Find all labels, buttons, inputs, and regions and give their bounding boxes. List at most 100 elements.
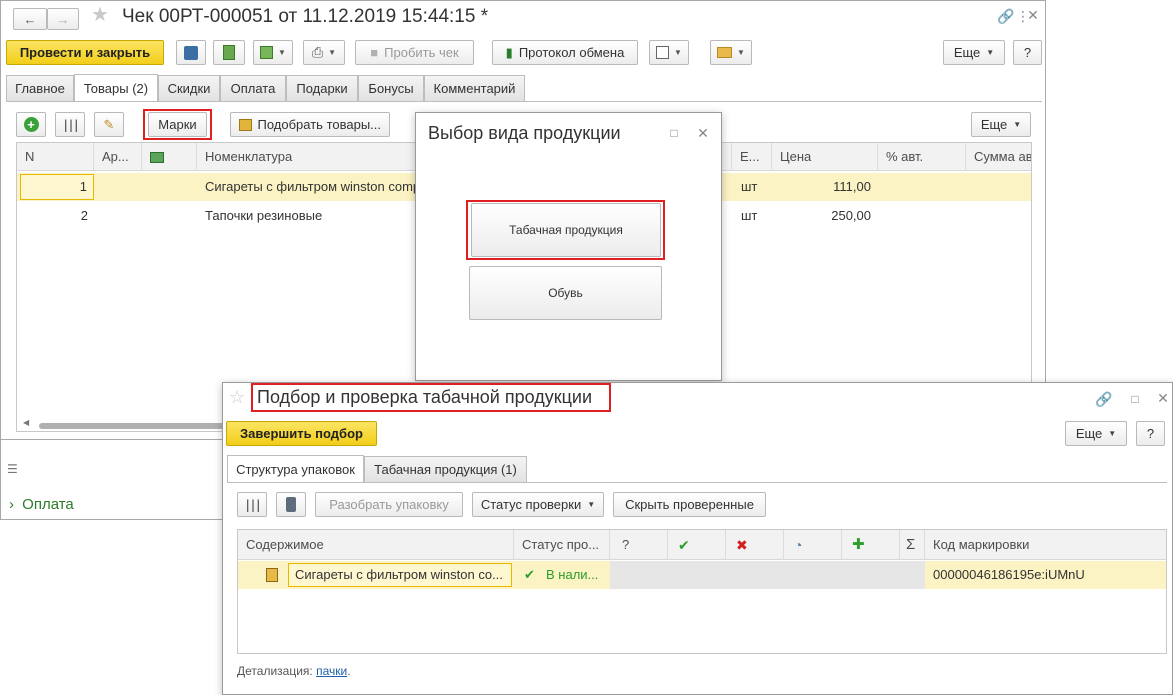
cigarette-pack-icon [266, 568, 278, 582]
col-content[interactable]: Содержимое [238, 530, 514, 560]
table-row[interactable]: Сигареты с фильтром winston co... ✔ В на… [238, 561, 1166, 589]
col-total[interactable]: Σ [900, 530, 925, 560]
tab-gifts[interactable]: Подарки [286, 75, 358, 101]
scroll-left-icon[interactable]: ◀ [23, 418, 29, 427]
col-ok[interactable]: ✔ [668, 530, 726, 560]
exchange-log-button[interactable]: ▮ Протокол обмена [492, 40, 638, 65]
arrow-right-icon: → [56, 11, 70, 27]
chevron-down-icon: ▼ [1108, 429, 1117, 438]
col-article[interactable]: Ар... [94, 143, 142, 171]
package-structure-table: Содержимое Статус про... ? ✔ ✖ ◔ ✚ Σ Код… [237, 529, 1167, 654]
load-from-tsd-button[interactable] [276, 492, 306, 517]
punch-receipt-button[interactable]: ■ Пробить чек [355, 40, 474, 65]
attachments-button[interactable]: ▼ [710, 40, 752, 65]
goods-more-button[interactable]: Еще ▼ [971, 112, 1031, 137]
tab-bonuses[interactable]: Бонусы [358, 75, 424, 101]
post-and-close-button[interactable]: Провести и закрыть [6, 40, 164, 65]
col-marking-code[interactable]: Код маркировки [925, 530, 1166, 560]
row-name: Тапочки резиновые [205, 208, 323, 223]
tobacco-check-window: ☆ Подбор и проверка табачной продукции 🔗… [222, 382, 1173, 695]
star-icon[interactable]: ★ [91, 5, 109, 25]
floppy-disk-icon [184, 45, 198, 60]
tobacco-option-highlight [466, 200, 665, 260]
footer-area: ☰ › Оплата [0, 440, 222, 520]
detail-packs-link[interactable]: пачки [316, 664, 347, 678]
print-button[interactable]: ⎙ ▼ [303, 40, 345, 65]
check-status-button[interactable]: Статус проверки ▼ [472, 492, 604, 517]
close-icon[interactable]: ✕ [695, 125, 711, 141]
col-auto-percent[interactable]: % авт. [878, 143, 966, 171]
row-n: 1 [20, 174, 94, 200]
row-price: 250,00 [831, 208, 871, 223]
plus-icon: ✚ [852, 536, 865, 553]
folder-icon [717, 47, 733, 58]
horizontal-scrollbar[interactable] [39, 423, 229, 429]
title-highlight [251, 383, 611, 412]
shoes-button[interactable]: Обувь [469, 266, 662, 320]
excise-stamp-icon [150, 152, 164, 164]
add-row-button[interactable]: + [16, 112, 46, 137]
plus-circle-icon: + [23, 117, 39, 132]
close-icon[interactable]: ✕ [1025, 7, 1041, 23]
more-button[interactable]: Еще ▼ [943, 40, 1005, 65]
pencil-icon: ✎ [103, 116, 115, 132]
scan-barcode-button[interactable]: ||| [237, 492, 267, 517]
help-button[interactable]: ? [1136, 421, 1165, 446]
tab-package-structure[interactable]: Структура упаковок [227, 455, 364, 482]
finish-selection-button[interactable]: Завершить подбор [226, 421, 377, 446]
row-n: 2 [80, 208, 88, 223]
hide-checked-button[interactable]: Скрыть проверенные [613, 492, 766, 517]
basket-icon [239, 118, 252, 131]
edit-row-button[interactable]: ✎ [94, 112, 124, 137]
row-price: 111,00 [833, 179, 871, 194]
col-mark[interactable] [142, 143, 197, 171]
tab-divider [6, 101, 1042, 102]
col-status[interactable]: Статус про... [514, 530, 610, 560]
barcode-icon: ||| [244, 497, 262, 512]
maximize-icon[interactable]: □ [1127, 391, 1143, 407]
col-auto-sum[interactable]: Сумма ав [966, 143, 1031, 171]
help-button[interactable]: ? [1013, 40, 1042, 65]
forward-button[interactable]: → [47, 8, 79, 30]
window-title: Чек 00РТ-000051 от 11.12.2019 15:44:15 * [122, 6, 489, 27]
col-n[interactable]: N [17, 143, 94, 171]
scan-barcode-button[interactable]: ||| [55, 112, 85, 137]
checkmark-icon: ✔ [678, 537, 690, 553]
col-unknown[interactable]: ? [610, 530, 668, 560]
link-icon[interactable]: 🔗 [997, 8, 1014, 24]
chevron-down-icon: ▼ [986, 48, 995, 57]
back-button[interactable]: ← [13, 8, 47, 30]
row-status: В нали... [546, 567, 599, 582]
payment-section-toggle[interactable]: › Оплата [9, 496, 74, 513]
post-button[interactable] [213, 40, 245, 65]
comment-icon[interactable]: ☰ [7, 462, 18, 476]
link-icon[interactable]: 🔗 [1095, 391, 1112, 407]
chevron-down-icon: ▼ [737, 48, 745, 57]
row-counters [610, 561, 925, 589]
tab-main[interactable]: Главное [6, 75, 74, 101]
unpack-button[interactable]: Разобрать упаковку [315, 492, 463, 517]
tab-comment[interactable]: Комментарий [424, 75, 525, 101]
chevron-down-icon: ▼ [674, 48, 682, 57]
col-error[interactable]: ✖ [726, 530, 784, 560]
tab-discounts[interactable]: Скидки [158, 75, 220, 101]
copy-green-icon [260, 46, 274, 59]
chevron-down-icon: ▼ [1013, 120, 1022, 129]
col-unit[interactable]: Е... [732, 143, 772, 171]
close-icon[interactable]: ✕ [1155, 390, 1171, 406]
star-icon[interactable]: ☆ [229, 388, 245, 406]
reports-button[interactable]: ▼ [649, 40, 689, 65]
more-button[interactable]: Еще ▼ [1065, 421, 1127, 446]
maximize-icon[interactable]: □ [666, 125, 682, 141]
tab-payment[interactable]: Оплата [220, 75, 286, 101]
select-goods-button[interactable]: Подобрать товары... [230, 112, 390, 137]
pie-clock-icon: ◔ [794, 537, 803, 553]
row-name: Сигареты с фильтром winston comp [205, 179, 421, 194]
col-partial[interactable]: ◔ [784, 530, 842, 560]
create-based-on-button[interactable]: ▼ [253, 40, 293, 65]
col-price[interactable]: Цена [772, 143, 878, 171]
tab-goods[interactable]: Товары (2) [74, 74, 158, 101]
save-button[interactable] [176, 40, 206, 65]
tab-tobacco-products[interactable]: Табачная продукция (1) [364, 456, 527, 482]
col-added[interactable]: ✚ [842, 530, 900, 560]
